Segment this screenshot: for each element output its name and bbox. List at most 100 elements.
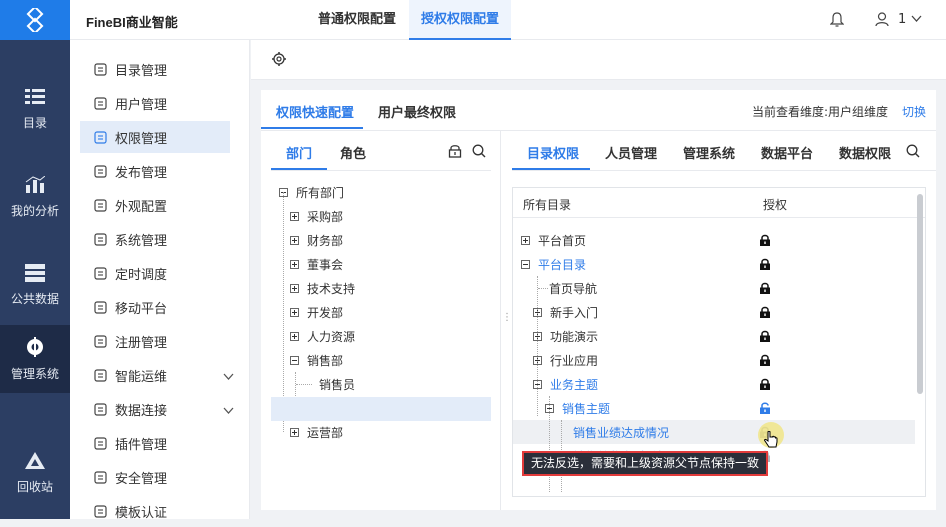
tree-node-label: 销售部 — [307, 353, 344, 368]
tab-grant-permission[interactable]: 授权权限配置 — [409, 0, 511, 40]
lock-icon[interactable] — [759, 354, 771, 366]
menu-item-publish[interactable]: 发布管理 — [80, 155, 230, 187]
nav-label: 公共数据 — [10, 291, 59, 306]
search-icon[interactable] — [906, 144, 920, 158]
table-row[interactable]: 销售主题 — [545, 396, 610, 420]
nav-catalog[interactable]: 目录 — [0, 76, 70, 142]
tree-node-dept[interactable]: 财务部 — [290, 228, 343, 252]
tab-user-final-permission[interactable]: 用户最终权限 — [378, 102, 456, 121]
menu-item-data-connection[interactable]: 数据连接 — [80, 393, 234, 425]
table-header — [513, 188, 925, 218]
menu-item-permission[interactable]: 权限管理 — [80, 121, 230, 153]
menu-item-catalog[interactable]: 目录管理 — [80, 53, 230, 85]
tooltip: 无法反选，需要和上级资源父节点保持一致 — [522, 451, 768, 476]
bell-icon[interactable] — [830, 12, 844, 27]
table-row[interactable]: 销售业绩达成情况 — [573, 420, 669, 444]
settings-icon[interactable] — [272, 52, 286, 66]
tab-admin-system[interactable]: 管理系统 — [683, 143, 735, 162]
table-row-label: 行业应用 — [550, 353, 599, 368]
table-row[interactable]: 新手入门 — [533, 300, 598, 324]
menu-item-template-cert[interactable]: 模板认证 — [80, 495, 230, 527]
menu-item-schedule[interactable]: 定时调度 — [80, 257, 230, 289]
nav-recycle-bin[interactable]: 回收站 — [0, 440, 70, 506]
nav-my-analysis[interactable]: 我的分析 — [0, 164, 70, 230]
lock-icon[interactable] — [759, 330, 771, 342]
menu-item-ops[interactable]: 智能运维 — [80, 359, 234, 391]
tree-node-label: 所有部门 — [296, 185, 345, 200]
menu-item-user[interactable]: 用户管理 — [80, 87, 230, 119]
unlock-icon[interactable] — [759, 402, 771, 414]
tree-node-dept[interactable]: 技术支持 — [290, 276, 355, 300]
tree-node-dept[interactable]: 董事会 — [290, 252, 343, 276]
chevron-down-icon[interactable] — [911, 15, 922, 23]
resize-handle-right[interactable]: ⋮ — [502, 312, 512, 323]
scrollbar[interactable] — [917, 194, 923, 394]
search-icon[interactable] — [472, 144, 486, 158]
tree-node-dept[interactable]: 销售部 — [290, 348, 343, 372]
lock-icon[interactable] — [759, 234, 771, 246]
dimension-label: 当前查看维度:用户组维度 — [752, 105, 889, 119]
menu-item-label: 用户管理 — [115, 97, 168, 113]
menu-item-security[interactable]: 安全管理 — [80, 461, 230, 493]
menu-item-appearance[interactable]: 外观配置 — [80, 189, 230, 221]
menu-item-plugin[interactable]: 插件管理 — [80, 427, 230, 459]
table-row[interactable]: 功能演示 — [533, 324, 598, 348]
tab-catalog-permission[interactable]: 目录权限 — [527, 143, 579, 162]
chevron-down-icon[interactable] — [223, 370, 234, 385]
collapse-icon[interactable] — [521, 259, 530, 269]
tab-normal-permission[interactable]: 普通权限配置 — [305, 0, 409, 40]
expand-icon[interactable] — [290, 235, 299, 245]
table-row-label: 平台首页 — [538, 233, 587, 248]
menu-item-label: 插件管理 — [115, 437, 168, 453]
expand-icon[interactable] — [290, 259, 299, 269]
col-header-authorization: 授权 — [763, 198, 788, 212]
table-row[interactable]: 业务主题 — [533, 372, 598, 396]
tree-node-label: 采购部 — [307, 209, 344, 224]
expand-icon[interactable] — [521, 235, 530, 245]
user-name[interactable]: 1 — [898, 12, 906, 27]
table-row[interactable]: 行业应用 — [533, 348, 598, 372]
table-row[interactable]: 平台首页 — [521, 228, 586, 252]
tree-node-label: 董事会 — [307, 257, 344, 272]
tab-data-platform[interactable]: 数据平台 — [761, 143, 813, 162]
col-header-directory: 所有目录 — [523, 198, 572, 212]
nav-label: 管理系统 — [10, 366, 59, 381]
tab-data-permission[interactable]: 数据权限 — [839, 143, 891, 162]
menu-item-system[interactable]: 系统管理 — [80, 223, 230, 255]
user-icon[interactable] — [875, 12, 889, 27]
lock-icon[interactable] — [759, 306, 771, 318]
lock-icon[interactable] — [759, 258, 771, 270]
nav-public-data[interactable]: 公共数据 — [0, 252, 70, 318]
expand-icon[interactable] — [290, 307, 299, 317]
database-icon — [25, 263, 45, 282]
tree-node-dept[interactable]: 采购部 — [290, 204, 343, 228]
tree-line — [549, 396, 550, 492]
hand-cursor-icon — [764, 431, 778, 448]
lock-filter-icon[interactable] — [448, 144, 462, 158]
tab-personnel-management[interactable]: 人员管理 — [605, 143, 657, 162]
lock-icon[interactable] — [759, 378, 771, 390]
expand-icon[interactable] — [290, 331, 299, 341]
app-logo[interactable] — [0, 0, 70, 40]
chevron-down-icon[interactable] — [223, 404, 234, 419]
table-row[interactable]: 首页导航 — [549, 276, 597, 300]
tree-node-dept[interactable]: 运营部 — [290, 420, 343, 444]
lock-icon[interactable] — [759, 282, 771, 294]
expand-icon[interactable] — [290, 211, 299, 221]
menu-item-mobile[interactable]: 移动平台 — [80, 291, 230, 323]
collapse-icon[interactable] — [290, 355, 299, 365]
tab-role[interactable]: 角色 — [340, 143, 366, 162]
expand-icon[interactable] — [290, 427, 299, 437]
table-row[interactable]: 平台目录 — [521, 252, 586, 276]
tree-line — [283, 192, 284, 432]
tree-node-sales-child[interactable]: 销售员 — [319, 372, 355, 396]
nav-admin-system[interactable]: 管理系统 — [0, 325, 70, 393]
tab-department[interactable]: 部门 — [286, 143, 312, 162]
tree-node-root[interactable]: 所有部门 — [279, 180, 344, 204]
tree-node-dept[interactable]: 人力资源 — [290, 324, 355, 348]
tab-quick-config[interactable]: 权限快速配置 — [276, 102, 354, 121]
menu-item-register[interactable]: 注册管理 — [80, 325, 230, 357]
expand-icon[interactable] — [290, 283, 299, 293]
switch-link[interactable]: 切换 — [902, 103, 926, 120]
tree-node-dept[interactable]: 开发部 — [290, 300, 343, 324]
